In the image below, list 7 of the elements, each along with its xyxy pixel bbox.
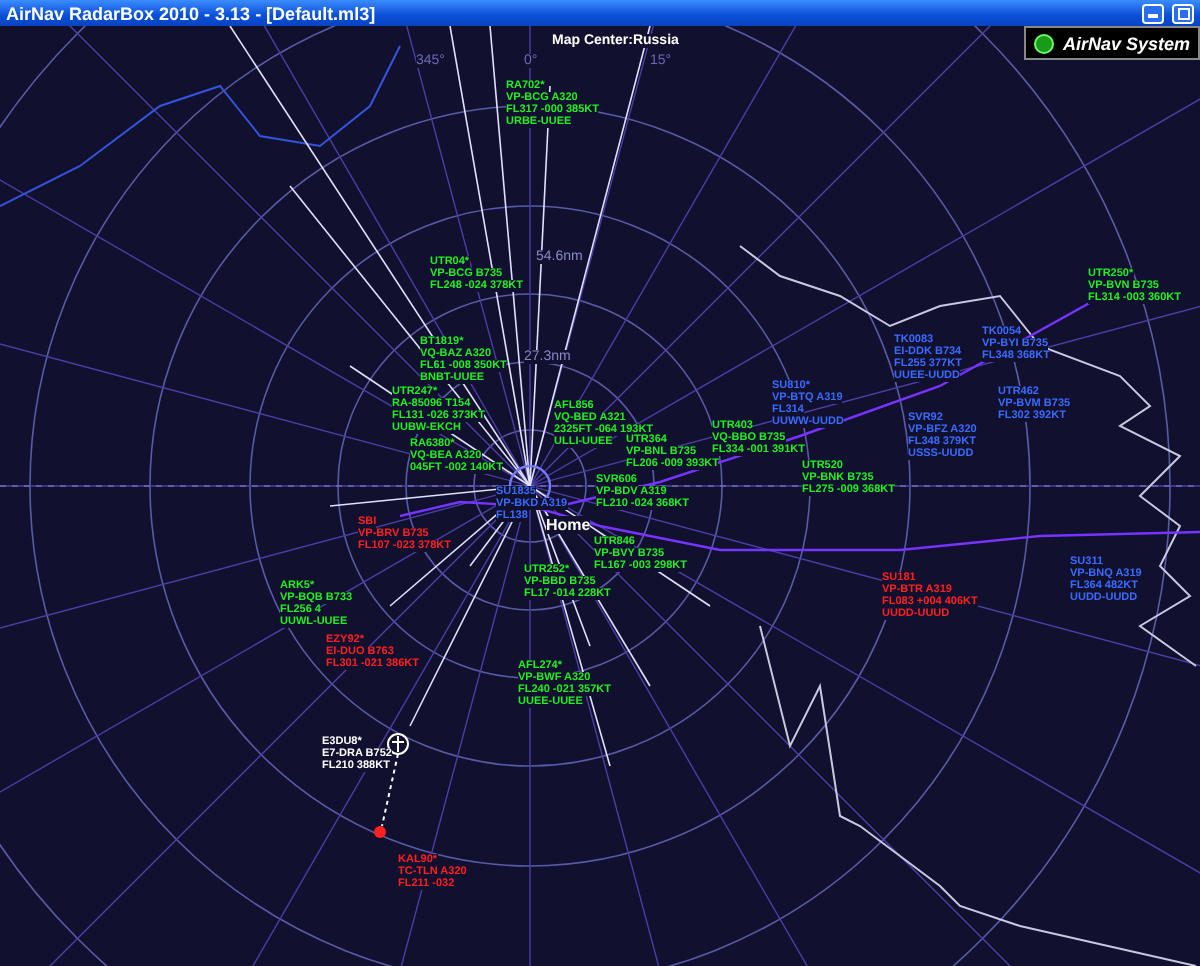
window-title: AirNav RadarBox 2010 - 3.13 - [Default.ml3] bbox=[6, 3, 378, 23]
maximize-button[interactable] bbox=[1172, 3, 1194, 23]
logo-text: AirNav System bbox=[1062, 33, 1190, 53]
minimize-button[interactable] bbox=[1142, 3, 1164, 23]
minimize-icon bbox=[1148, 8, 1158, 18]
maximize-icon bbox=[1177, 7, 1189, 19]
home-label: Home bbox=[546, 516, 591, 534]
